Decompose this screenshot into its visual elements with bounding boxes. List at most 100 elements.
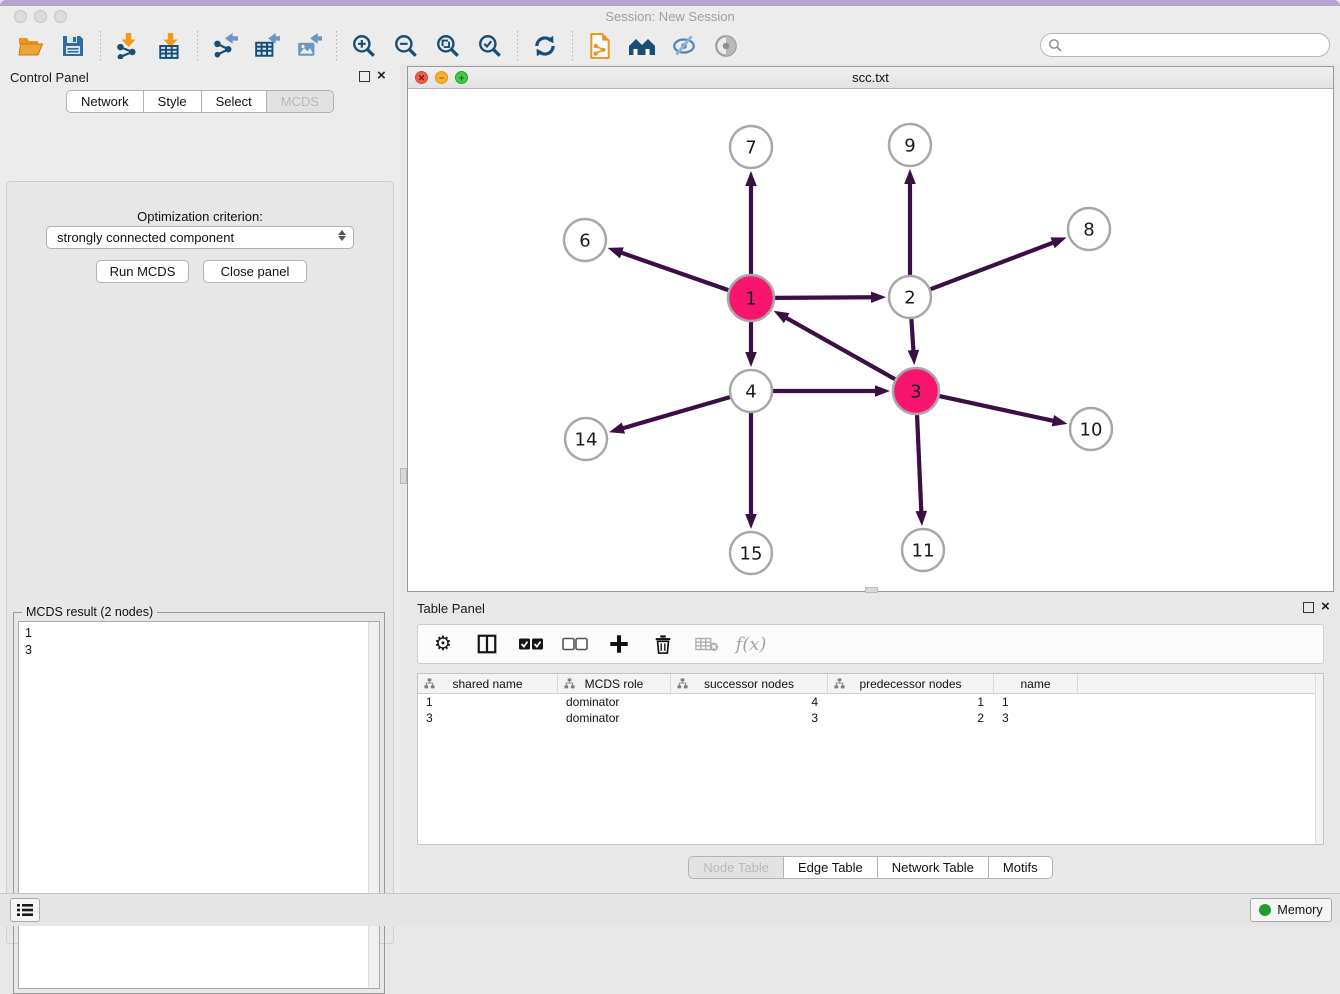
traffic-light-zoom[interactable] [54,10,67,23]
node-7[interactable]: 7 [730,126,772,168]
node-1[interactable]: 1 [728,275,774,321]
cell-successor-nodes: 3 [671,710,828,726]
result-scrollbar[interactable] [368,622,379,988]
optimization-criterion-label: Optimization criterion: [7,209,393,224]
mcds-tab-content: Optimization criterion: strongly connect… [6,181,394,944]
edge-3-1[interactable] [774,311,895,379]
function-fx-icon-disabled: f(x) [738,631,764,657]
column-header-successor-nodes[interactable]: successor nodes [671,674,828,693]
network-maximize-icon[interactable]: + [455,71,468,84]
float-panel-icon[interactable] [359,71,370,82]
add-column-icon[interactable] [606,631,632,657]
control-panel-tabs: NetworkStyleSelectMCDS [0,90,400,113]
network-close-icon[interactable]: ✕ [415,71,428,84]
clear-table-icon-disabled [694,631,720,657]
svg-text:11: 11 [912,541,935,562]
table-row[interactable]: 3dominator323 [418,710,1323,726]
select-all-icon[interactable] [518,631,544,657]
node-table[interactable]: shared nameMCDS rolesuccessor nodesprede… [417,673,1324,845]
tab-edge-table[interactable]: Edge Table [784,856,878,879]
delete-column-icon[interactable] [650,631,676,657]
table-scrollbar[interactable] [1315,674,1323,844]
svg-text:10: 10 [1080,420,1103,441]
tab-motifs[interactable]: Motifs [989,856,1053,879]
search-input[interactable] [1040,33,1330,57]
column-header-MCDS-role[interactable]: MCDS role [558,674,671,693]
column-header-predecessor-nodes[interactable]: predecessor nodes [828,674,994,693]
float-table-panel-icon[interactable] [1303,602,1314,613]
edge-3-10[interactable] [939,396,1067,426]
svg-text:6: 6 [579,231,590,252]
save-session-icon[interactable] [56,31,90,61]
export-network-icon[interactable] [208,31,242,61]
node-4[interactable]: 4 [730,370,772,412]
splitter-grab-handle[interactable] [400,468,407,484]
deselect-all-icon[interactable] [562,631,588,657]
show-eye-icon[interactable] [709,31,743,61]
column-header-shared-name[interactable]: shared name [418,674,558,693]
edge-4-3[interactable] [773,385,890,397]
node-11[interactable]: 11 [902,529,944,571]
zoom-selected-icon[interactable] [473,31,507,61]
edge-1-6[interactable] [608,247,729,290]
tab-network-table[interactable]: Network Table [878,856,989,879]
edge-1-2[interactable] [775,291,886,303]
run-mcds-button[interactable]: Run MCDS [96,260,189,283]
svg-text:15: 15 [740,544,763,565]
column-view-icon[interactable] [474,631,500,657]
tab-mcds[interactable]: MCDS [267,90,334,113]
tab-network[interactable]: Network [66,90,144,113]
traffic-light-minimize[interactable] [34,10,47,23]
titlebar: Session: New Session [0,6,1340,28]
edge-3-11[interactable] [915,415,927,526]
node-9[interactable]: 9 [889,124,931,166]
traffic-light-close[interactable] [14,10,27,23]
zoom-fit-icon[interactable] [431,31,465,61]
network-bottom-grab-handle[interactable] [865,587,878,593]
edge-2-8[interactable] [931,237,1067,289]
edge-2-3[interactable] [908,319,920,365]
tab-node-table[interactable]: Node Table [688,856,784,879]
toolbar-separator [572,31,573,61]
network-canvas[interactable]: 1 2 3 4 6 7 8 9 10 11 14 15 [408,89,1333,590]
gear-icon[interactable]: ⚙ [430,631,456,657]
zoom-out-icon[interactable] [389,31,423,61]
tab-style[interactable]: Style [144,90,202,113]
close-panel-icon[interactable]: × [377,67,386,85]
close-table-panel-icon[interactable]: × [1321,598,1330,616]
hide-panel-eye-slash-icon[interactable] [667,31,701,61]
node-8[interactable]: 8 [1068,208,1110,250]
status-bar: Memory [0,893,1340,926]
node-2[interactable]: 2 [889,276,931,318]
node-3[interactable]: 3 [893,368,939,414]
export-image-icon[interactable] [292,31,326,61]
column-header-name[interactable]: name [994,674,1078,693]
mcds-result-area[interactable]: 1 3 [18,621,380,989]
task-history-icon[interactable] [10,898,40,922]
memory-button[interactable]: Memory [1250,898,1332,922]
import-network-icon[interactable] [111,31,145,61]
table-row[interactable]: 1dominator411 [418,694,1323,710]
refresh-icon[interactable] [528,31,562,61]
panel-splitter[interactable] [400,64,407,893]
network-window-titlebar[interactable]: ✕ − + scc.txt [408,67,1333,89]
edge-4-15[interactable] [745,413,757,529]
node-15[interactable]: 15 [730,532,772,574]
open-network-file-icon[interactable] [583,31,617,61]
home-icon[interactable] [625,31,659,61]
edge-1-4[interactable] [745,322,757,367]
zoom-in-icon[interactable] [347,31,381,61]
node-6[interactable]: 6 [564,219,606,261]
network-minimize-icon[interactable]: − [435,71,448,84]
edge-4-14[interactable] [609,397,730,434]
criterion-select[interactable]: strongly connected component [46,226,354,249]
export-table-icon[interactable] [250,31,284,61]
tab-select[interactable]: Select [202,90,267,113]
node-10[interactable]: 10 [1070,408,1112,450]
edge-1-7[interactable] [745,171,757,274]
close-panel-button[interactable]: Close panel [203,260,307,283]
edge-2-9[interactable] [904,169,916,275]
node-14[interactable]: 14 [565,418,607,460]
import-table-icon[interactable] [153,31,187,61]
open-session-icon[interactable] [14,31,48,61]
